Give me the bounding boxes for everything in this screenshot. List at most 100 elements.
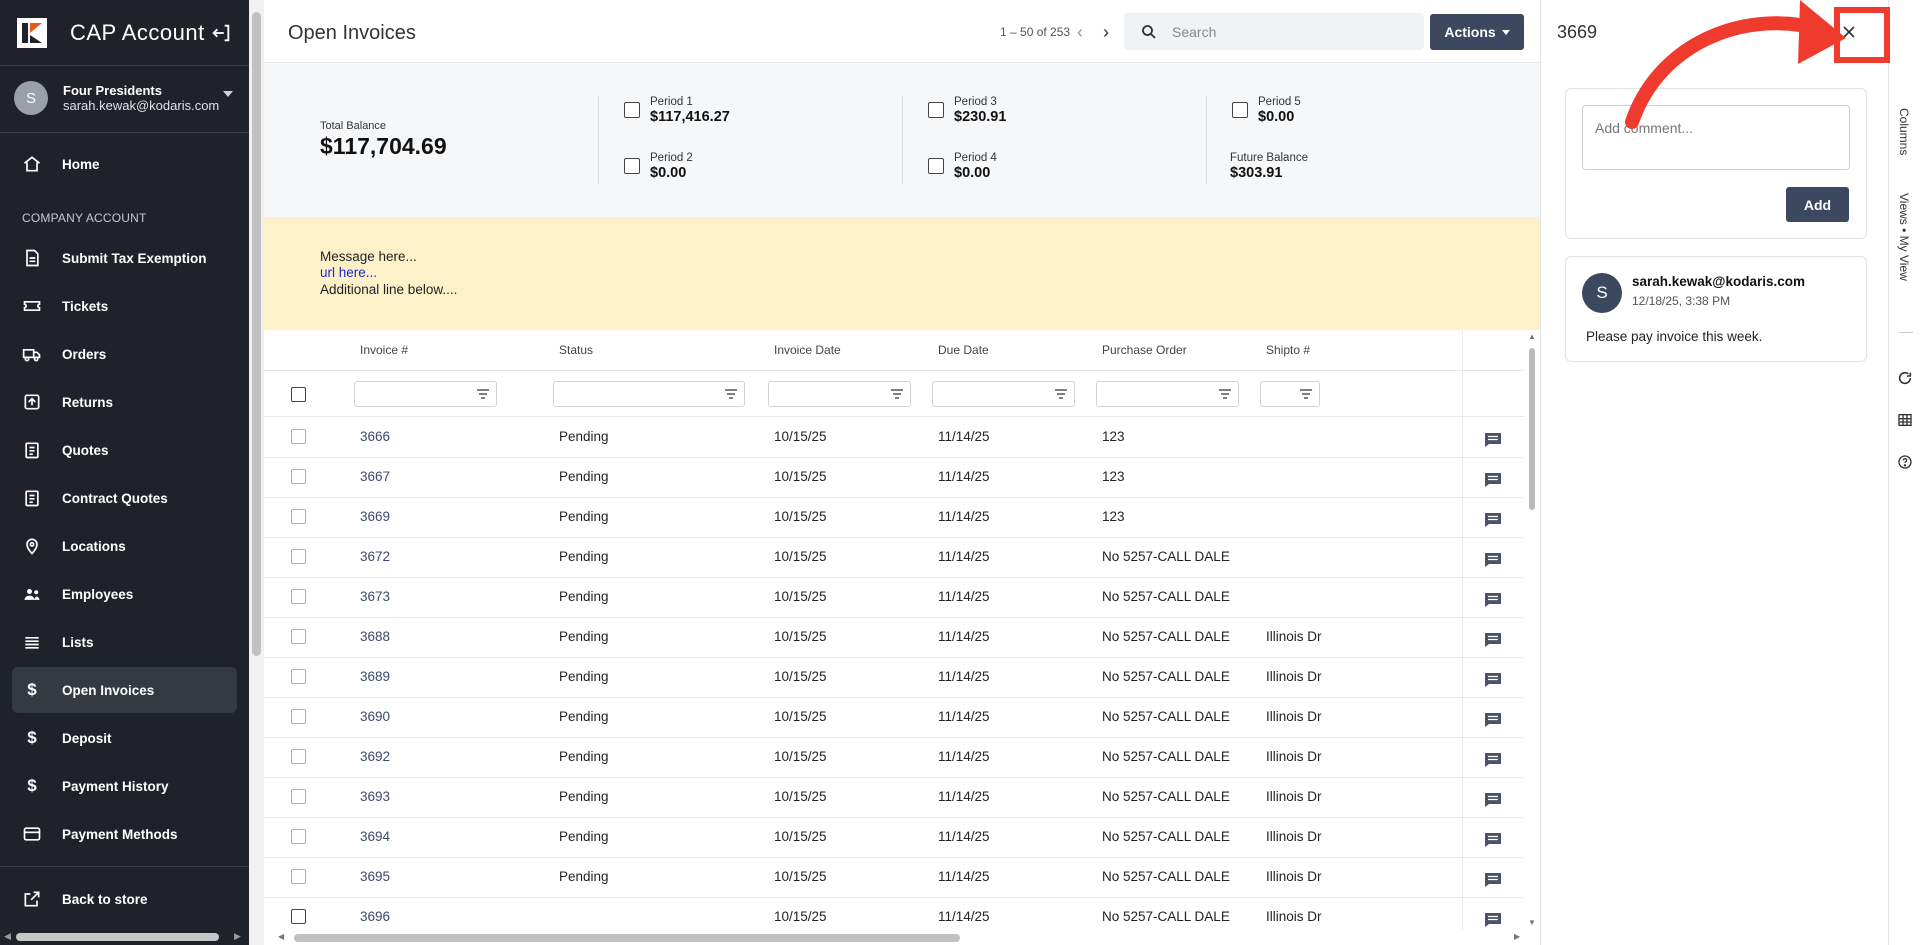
sidebar-item-locations[interactable]: Locations — [12, 523, 237, 569]
comment-icon[interactable] — [1484, 432, 1502, 448]
divider — [0, 65, 249, 66]
scroll-left-icon[interactable]: ◀ — [4, 931, 11, 942]
account-switcher[interactable]: S Four Presidents sarah.kewak@kodaris.co… — [14, 77, 239, 119]
invoice-number-link[interactable]: 3694 — [360, 829, 390, 844]
invoice-number-link[interactable]: 3688 — [360, 629, 390, 644]
table-grid-icon[interactable] — [1897, 412, 1913, 428]
purchase-order-cell: No 5257-CALL DALE — [1102, 869, 1230, 884]
columns-tab[interactable]: Columns — [1897, 108, 1911, 155]
column-header[interactable]: Purchase Order — [1102, 343, 1187, 357]
column-filter-input[interactable] — [1096, 381, 1239, 407]
filter-icon — [1219, 389, 1231, 399]
period-5-checkbox[interactable] — [1232, 102, 1248, 118]
sidebar-item-deposit[interactable]: $ Deposit — [12, 715, 237, 761]
comment-icon[interactable] — [1484, 552, 1502, 568]
row-checkbox[interactable] — [291, 789, 306, 804]
row-checkbox[interactable] — [291, 429, 306, 444]
row-checkbox[interactable] — [291, 869, 306, 884]
column-filter-input[interactable] — [932, 381, 1075, 407]
logout-icon[interactable] — [210, 22, 232, 44]
views-tab[interactable]: Views • My View — [1897, 193, 1911, 281]
sidebar-item-home[interactable]: Home — [12, 141, 237, 187]
sidebar-item-submit-tax-exemption[interactable]: Submit Tax Exemption — [12, 235, 237, 281]
sidebar-item-contract-quotes[interactable]: Contract Quotes — [12, 475, 237, 521]
column-filter-input[interactable] — [768, 381, 911, 407]
invoice-number-link[interactable]: 3669 — [360, 509, 390, 524]
comment-icon[interactable] — [1484, 592, 1502, 608]
table-horizontal-scrollbar[interactable]: ◀ ▶ — [264, 930, 1540, 945]
comment-icon[interactable] — [1484, 712, 1502, 728]
select-all-checkbox[interactable] — [291, 387, 306, 402]
column-header[interactable]: Invoice Date — [774, 343, 841, 357]
invoice-number-link[interactable]: 3693 — [360, 789, 390, 804]
comment-icon[interactable] — [1484, 512, 1502, 528]
sidebar-item-lists[interactable]: Lists — [12, 619, 237, 665]
row-checkbox[interactable] — [291, 709, 306, 724]
period-3-checkbox[interactable] — [928, 102, 944, 118]
search-input[interactable] — [1172, 23, 1412, 40]
invoice-number-link[interactable]: 3689 — [360, 669, 390, 684]
purchase-order-cell: 123 — [1102, 469, 1125, 484]
period-4-checkbox[interactable] — [928, 158, 944, 174]
comment-icon[interactable] — [1484, 632, 1502, 648]
add-comment-button[interactable]: Add — [1786, 187, 1849, 222]
period-1-checkbox[interactable] — [624, 102, 640, 118]
row-checkbox[interactable] — [291, 909, 306, 924]
sidebar-item-employees[interactable]: Employees — [12, 571, 237, 617]
comment-icon[interactable] — [1484, 672, 1502, 688]
sidebar-item-payment-methods[interactable]: Payment Methods — [12, 811, 237, 857]
invoice-number-link[interactable]: 3690 — [360, 709, 390, 724]
comment-icon[interactable] — [1484, 832, 1502, 848]
row-checkbox[interactable] — [291, 829, 306, 844]
sidebar-item-label: Payment Methods — [62, 826, 178, 842]
chevron-left-icon[interactable]: ‹ — [1070, 21, 1090, 43]
invoice-number-link[interactable]: 3666 — [360, 429, 390, 444]
row-checkbox[interactable] — [291, 509, 306, 524]
invoice-number-link[interactable]: 3673 — [360, 589, 390, 604]
invoice-number-link[interactable]: 3672 — [360, 549, 390, 564]
comment-icon[interactable] — [1484, 792, 1502, 808]
invoice-number-link[interactable]: 3696 — [360, 909, 390, 924]
sidebar-item-tickets[interactable]: Tickets — [12, 283, 237, 329]
search-box[interactable] — [1124, 13, 1424, 50]
row-checkbox[interactable] — [291, 669, 306, 684]
status-cell: Pending — [559, 709, 609, 724]
column-filter-input[interactable] — [553, 381, 745, 407]
chevron-right-icon[interactable]: › — [1096, 21, 1116, 43]
row-checkbox[interactable] — [291, 629, 306, 644]
sidebar-item-returns[interactable]: Returns — [12, 379, 237, 425]
column-header[interactable]: Invoice # — [360, 343, 408, 357]
invoice-number-link[interactable]: 3692 — [360, 749, 390, 764]
sidebar-item-payment-history[interactable]: $ Payment History — [12, 763, 237, 809]
sidebar-item-back-to-store[interactable]: Back to store — [12, 876, 237, 922]
sidebar-item-orders[interactable]: Orders — [12, 331, 237, 377]
message-link[interactable]: url here... — [320, 265, 377, 280]
scroll-right-icon[interactable]: ▶ — [234, 931, 241, 942]
invoice-date-cell: 10/15/25 — [774, 709, 827, 724]
sidebar-horizontal-scrollbar[interactable] — [16, 933, 219, 941]
comment-icon[interactable] — [1484, 912, 1502, 928]
column-header[interactable]: Shipto # — [1266, 343, 1310, 357]
comment-input[interactable] — [1582, 105, 1850, 170]
sidebar-vertical-scrollbar[interactable] — [249, 0, 264, 945]
period-2-checkbox[interactable] — [624, 158, 640, 174]
table-vertical-scrollbar[interactable]: ▲ ▼ — [1526, 330, 1538, 930]
column-header[interactable]: Status — [559, 343, 593, 357]
column-filter-input[interactable] — [1260, 381, 1320, 407]
row-checkbox[interactable] — [291, 589, 306, 604]
column-filter-input[interactable] — [354, 381, 497, 407]
refresh-icon[interactable] — [1897, 370, 1913, 386]
help-icon[interactable] — [1897, 454, 1913, 470]
invoice-number-link[interactable]: 3695 — [360, 869, 390, 884]
actions-button[interactable]: Actions — [1430, 14, 1524, 50]
comment-icon[interactable] — [1484, 752, 1502, 768]
comment-icon[interactable] — [1484, 872, 1502, 888]
invoice-number-link[interactable]: 3667 — [360, 469, 390, 484]
row-checkbox[interactable] — [291, 749, 306, 764]
row-checkbox[interactable] — [291, 469, 306, 484]
sidebar-item-quotes[interactable]: Quotes — [12, 427, 237, 473]
comment-icon[interactable] — [1484, 472, 1502, 488]
sidebar-item-open-invoices[interactable]: $ Open Invoices — [12, 667, 237, 713]
column-header[interactable]: Due Date — [938, 343, 989, 357]
row-checkbox[interactable] — [291, 549, 306, 564]
